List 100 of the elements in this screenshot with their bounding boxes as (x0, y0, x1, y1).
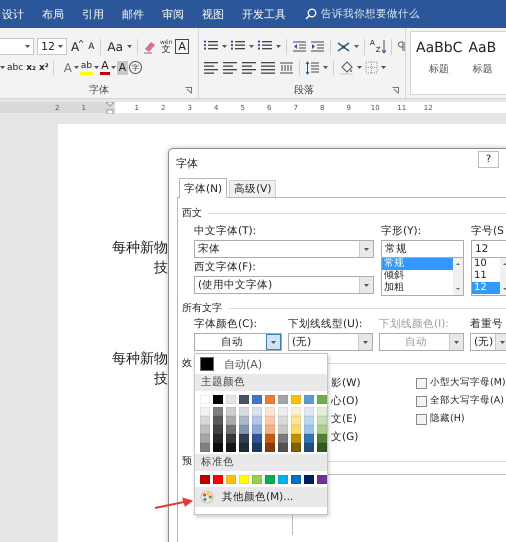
search-field[interactable]: 告诉我你想要做什么 (321, 8, 461, 20)
color-swatch[interactable] (239, 475, 249, 484)
pilcrow-icon[interactable] (396, 40, 405, 54)
color-swatch[interactable] (252, 425, 262, 434)
color-swatch[interactable] (291, 416, 301, 425)
color-swatch[interactable] (239, 443, 249, 452)
ribbon-tab[interactable]: 布局 (33, 0, 73, 28)
character-shading-button[interactable]: A (116, 60, 128, 74)
color-swatch[interactable] (252, 443, 262, 452)
color-swatch[interactable] (278, 407, 288, 416)
color-combo[interactable]: 自动 (194, 333, 282, 351)
text-effects-button[interactable]: A (62, 60, 73, 74)
asian-layout-icon[interactable] (336, 40, 351, 54)
list-option[interactable]: 倾斜 (382, 270, 453, 282)
color-swatch[interactable] (304, 425, 314, 434)
font-combo[interactable]: 宋体 (194, 240, 374, 258)
color-swatch[interactable] (200, 434, 210, 443)
menu-item[interactable]: 其他颜色(M)... (195, 487, 327, 507)
ribbon-tab[interactable]: 审阅 (153, 0, 193, 28)
ribbon-tab[interactable]: 引用 (73, 0, 113, 28)
color-swatch[interactable] (304, 434, 314, 443)
color-swatch[interactable] (278, 434, 288, 443)
increase-indent-icon[interactable] (310, 40, 325, 54)
change-case-button[interactable]: Aa (106, 40, 124, 54)
color-swatch[interactable] (226, 416, 236, 425)
color-swatch[interactable] (265, 425, 275, 434)
color-swatch[interactable] (252, 395, 262, 404)
color-swatch[interactable] (226, 475, 236, 484)
style-field[interactable]: 常规 (381, 240, 464, 258)
color-swatch[interactable] (304, 416, 314, 425)
color-swatch[interactable] (200, 475, 210, 484)
list-option[interactable]: 11 (472, 270, 500, 282)
indent-marker-icon[interactable] (106, 102, 114, 114)
color-swatch[interactable] (291, 395, 301, 404)
checkbox-option[interactable]: 小型大写字母(M) (416, 374, 506, 392)
color-swatch[interactable] (278, 425, 288, 434)
color-swatch[interactable] (239, 416, 249, 425)
size-field[interactable]: 12 (471, 240, 506, 258)
color-swatch[interactable] (291, 475, 301, 484)
dialog-launcher-icon[interactable] (392, 87, 399, 94)
decrease-indent-icon[interactable] (292, 40, 307, 54)
color-swatch[interactable] (200, 425, 210, 434)
scrollbar[interactable] (453, 258, 463, 295)
color-swatch[interactable] (317, 425, 327, 434)
ribbon-tab[interactable]: 开发工具 (233, 0, 295, 28)
color-swatch[interactable] (278, 395, 288, 404)
color-swatch[interactable] (226, 443, 236, 452)
color-swatch[interactable] (213, 407, 223, 416)
eraser-icon[interactable] (142, 40, 157, 54)
list-option[interactable]: 加粗 (382, 282, 453, 294)
character-border-button[interactable]: A (175, 39, 189, 54)
color-swatch[interactable] (252, 407, 262, 416)
color-swatch[interactable] (213, 425, 223, 434)
subscript-button[interactable]: x₂ (25, 60, 37, 74)
align-icon[interactable] (241, 60, 257, 74)
color-swatch[interactable] (252, 416, 262, 425)
line-spacing-icon[interactable] (305, 60, 320, 74)
color-swatch[interactable] (226, 407, 236, 416)
grow-font-button[interactable]: A (70, 40, 84, 54)
color-swatch[interactable] (200, 407, 210, 416)
ribbon-tab[interactable]: 邮件 (113, 0, 153, 28)
color-swatch[interactable] (317, 475, 327, 484)
ribbon-tab[interactable]: 设计 (0, 0, 33, 28)
color-swatch[interactable] (317, 395, 327, 404)
color-swatch[interactable] (200, 416, 210, 425)
color-swatch[interactable] (291, 443, 301, 452)
color-swatch[interactable] (278, 416, 288, 425)
color-swatch[interactable] (304, 395, 314, 404)
highlight-button[interactable]: ab (80, 60, 94, 74)
font-name-field[interactable] (0, 38, 34, 55)
color-swatch[interactable] (239, 395, 249, 404)
color-swatch[interactable] (265, 443, 275, 452)
color-swatch[interactable] (213, 395, 223, 404)
strikethrough-button[interactable]: abc (6, 60, 24, 74)
list-option[interactable]: 10 (472, 258, 500, 270)
dialog-tab[interactable]: 字体(N) (179, 178, 228, 198)
paint-bucket-icon[interactable] (339, 60, 354, 74)
color-swatch[interactable] (252, 434, 262, 443)
color-swatch[interactable] (291, 425, 301, 434)
style-preview[interactable]: AaBbC (416, 40, 462, 56)
help-button[interactable]: ? (478, 151, 499, 168)
dialog-tab[interactable]: 高级(V) (229, 180, 276, 197)
color-swatch[interactable] (239, 425, 249, 434)
color-swatch[interactable] (200, 395, 210, 404)
color-swatch[interactable] (239, 434, 249, 443)
color-swatch[interactable] (226, 395, 236, 404)
color-swatch[interactable] (265, 407, 275, 416)
menu-item[interactable]: 自动(A) (195, 354, 327, 374)
checkbox-option[interactable]: 全部大写字母(A) (416, 392, 506, 410)
underline-combo[interactable]: (无) (288, 333, 373, 351)
align-icon[interactable] (203, 60, 219, 74)
style-preview[interactable]: AaB (468, 40, 496, 56)
checkbox-option[interactable]: 隐藏(H) (416, 410, 506, 428)
color-swatch[interactable] (278, 475, 288, 484)
color-swatch[interactable] (226, 425, 236, 434)
superscript-button[interactable]: x² (38, 60, 50, 74)
borders-icon[interactable] (365, 61, 378, 74)
color-swatch[interactable] (304, 475, 314, 484)
shrink-font-button[interactable]: A (87, 40, 96, 54)
color-swatch[interactable] (317, 416, 327, 425)
